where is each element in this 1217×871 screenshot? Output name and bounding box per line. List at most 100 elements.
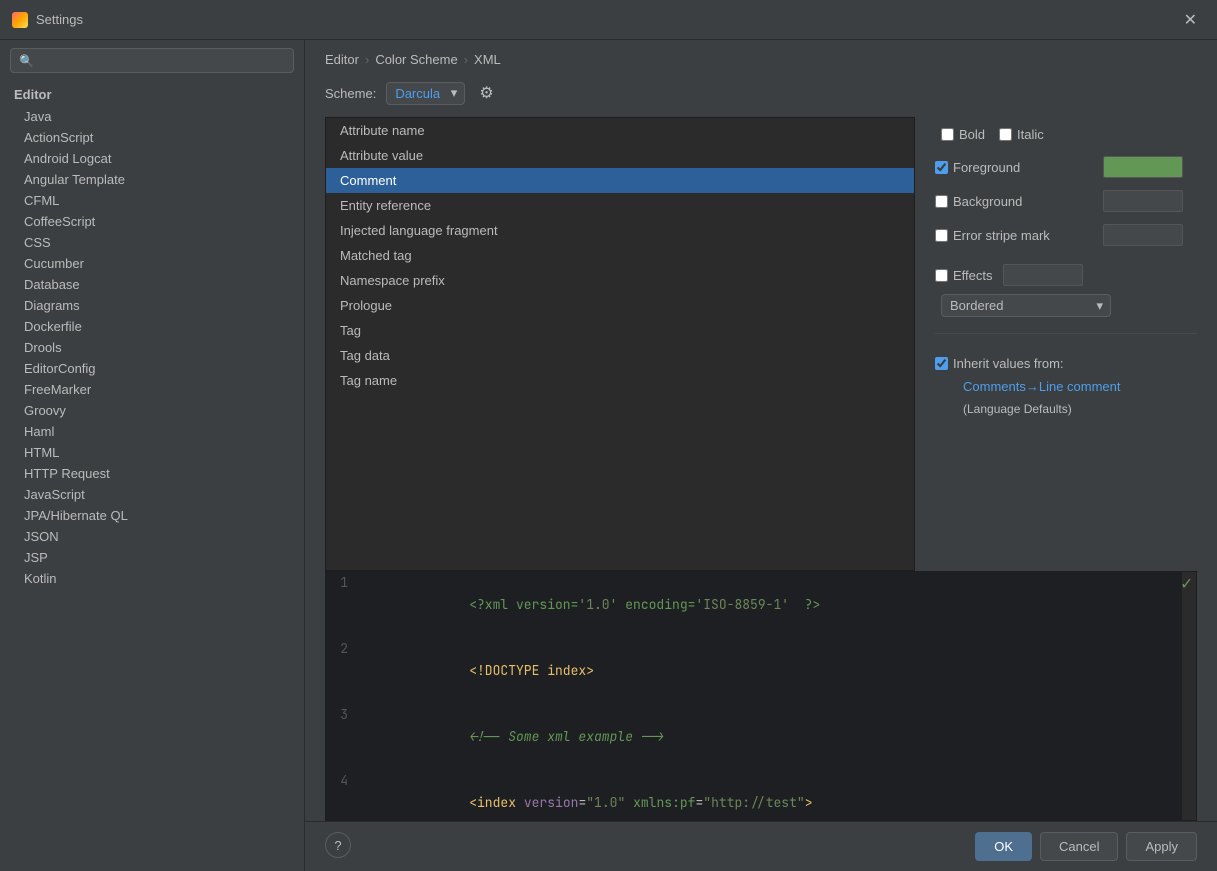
sidebar-item[interactable]: JSON [0,526,304,547]
effects-checkbox[interactable] [935,269,948,282]
inherit-checkbox-label[interactable]: Inherit values from: [935,356,1064,371]
sidebar: 🔍 Editor JavaActionScriptAndroid LogcatA… [0,40,305,871]
sidebar-item[interactable]: JPA/Hibernate QL [0,505,304,526]
inherit-label: Inherit values from: [953,356,1064,371]
xml-item[interactable]: Comment [326,168,914,193]
preview-panel: 1 <?xml version='1.0' encoding='ISO-8859… [325,571,1197,821]
inherit-link[interactable]: Comments→Line comment [963,379,1121,394]
preview-scrollbar: ✓ [1182,572,1196,820]
xml-item[interactable]: Attribute name [326,118,914,143]
bold-checkbox-label[interactable]: Bold [941,127,985,142]
background-checkbox[interactable] [935,195,948,208]
xml-item[interactable]: Namespace prefix [326,268,914,293]
search-icon: 🔍 [19,54,34,68]
checkmark-indicator: ✓ [1181,572,1192,595]
code-content-3: <!-- Some xml example --> [356,704,664,770]
sidebar-item[interactable]: CFML [0,190,304,211]
inherit-checkbox[interactable] [935,357,948,370]
sidebar-item[interactable]: HTML [0,442,304,463]
code-content-4: <index version="1.0" xmlns:pf="http://te… [356,770,813,821]
xml-item[interactable]: Attribute value [326,143,914,168]
main-content: 🔍 Editor JavaActionScriptAndroid LogcatA… [0,40,1217,871]
section-divider [935,333,1197,334]
code-line-1: 1 <?xml version='1.0' encoding='ISO-8859… [326,572,1196,638]
error-stripe-checkbox-label[interactable]: Error stripe mark [935,228,1093,243]
sidebar-item[interactable]: Android Logcat [0,148,304,169]
foreground-color-box[interactable] [1103,156,1183,178]
xml-item[interactable]: Tag data [326,343,914,368]
error-stripe-checkbox[interactable] [935,229,948,242]
line-num-4: 4 [326,770,356,821]
foreground-checkbox-label[interactable]: Foreground [935,160,1093,175]
search-box[interactable]: 🔍 [10,48,294,73]
checkmark-icon: ✓ [1181,572,1192,595]
italic-checkbox[interactable] [999,128,1012,141]
xml-item[interactable]: Tag name [326,368,914,393]
sidebar-item[interactable]: Database [0,274,304,295]
sidebar-item[interactable]: EditorConfig [0,358,304,379]
xml-item[interactable]: Injected language fragment [326,218,914,243]
sidebar-item[interactable]: Java [0,106,304,127]
line-num-2: 2 [326,638,356,704]
sidebar-item[interactable]: Drools [0,337,304,358]
italic-checkbox-label[interactable]: Italic [999,127,1044,142]
sidebar-item[interactable]: JSP [0,547,304,568]
xml-items-panel: Attribute nameAttribute valueCommentEnti… [325,117,915,571]
xml-item[interactable]: Prologue [326,293,914,318]
sidebar-item[interactable]: Dockerfile [0,316,304,337]
sidebar-item[interactable]: Groovy [0,400,304,421]
effects-dropdown[interactable]: Bordered Underscored Bold underscored St… [941,294,1111,317]
sidebar-item[interactable]: FreeMarker [0,379,304,400]
preview-area: 1 <?xml version='1.0' encoding='ISO-8859… [325,571,1197,821]
search-input[interactable] [38,53,285,68]
scheme-select[interactable]: Darcula [386,82,465,105]
sidebar-item[interactable]: Cucumber [0,253,304,274]
scheme-label: Scheme: [325,86,376,101]
effects-checkbox-label[interactable]: Effects [935,268,993,283]
settings-window: Settings ✕ 🔍 Editor JavaActionScriptAndr… [0,0,1217,871]
background-color-box[interactable] [1103,190,1183,212]
sidebar-item[interactable]: ActionScript [0,127,304,148]
foreground-label: Foreground [953,160,1093,175]
sidebar-item[interactable]: Kotlin [0,568,304,589]
apply-button[interactable]: Apply [1126,832,1197,861]
italic-label: Italic [1017,127,1044,142]
sidebar-item[interactable]: CoffeeScript [0,211,304,232]
error-stripe-label: Error stripe mark [953,228,1093,243]
sidebar-item[interactable]: Haml [0,421,304,442]
effects-label: Effects [953,268,993,283]
sidebar-item[interactable]: HTTP Request [0,463,304,484]
line-num-3: 3 [326,704,356,770]
xml-item[interactable]: Matched tag [326,243,914,268]
sidebar-item[interactable]: Diagrams [0,295,304,316]
error-stripe-color-box[interactable] [1103,224,1183,246]
xml-item[interactable]: Entity reference [326,193,914,218]
close-button[interactable]: ✕ [1176,6,1205,34]
xml-item[interactable]: Tag [326,318,914,343]
effects-color-box[interactable] [1003,264,1083,286]
sidebar-item[interactable]: CSS [0,232,304,253]
content-area: Attribute nameAttribute valueCommentEnti… [305,117,1217,571]
line-num-1: 1 [326,572,356,638]
help-button[interactable]: ? [325,832,351,858]
ok-button[interactable]: OK [975,832,1032,861]
foreground-checkbox[interactable] [935,161,948,174]
background-row: Background [935,188,1197,214]
code-line-3: 3 <!-- Some xml example --> [326,704,1196,770]
scheme-select-wrapper[interactable]: Darcula [386,82,465,105]
sidebar-item[interactable]: Angular Template [0,169,304,190]
sidebar-list: JavaActionScriptAndroid LogcatAngular Te… [0,106,304,871]
effects-dropdown-wrapper[interactable]: Bordered Underscored Bold underscored St… [941,294,1111,317]
inherit-sub-text: (Language Defaults) [963,402,1197,416]
breadcrumb-sep-2: › [464,52,468,67]
bold-checkbox[interactable] [941,128,954,141]
scheme-gear-button[interactable]: ⚙ [475,79,497,107]
right-panel: Editor › Color Scheme › XML Scheme: Darc… [305,40,1217,871]
breadcrumb-xml: XML [474,52,501,67]
bottom-bar: ? OK Cancel Apply [305,821,1217,871]
cancel-button[interactable]: Cancel [1040,832,1118,861]
breadcrumb-editor: Editor [325,52,359,67]
sidebar-item[interactable]: JavaScript [0,484,304,505]
properties-panel: Bold Italic Foreground [915,117,1217,571]
background-checkbox-label[interactable]: Background [935,194,1093,209]
